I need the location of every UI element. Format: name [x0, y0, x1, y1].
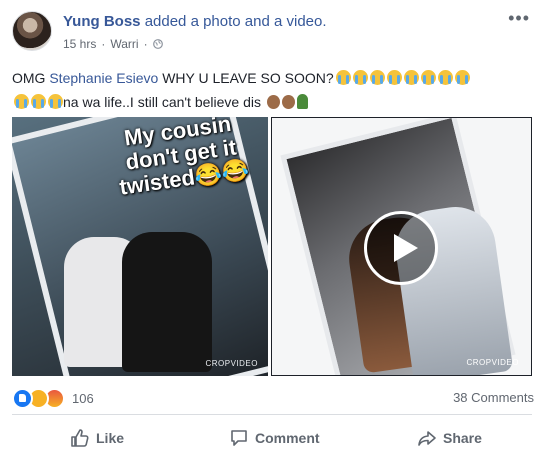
mention-link[interactable]: Stephanie Esievo — [49, 70, 158, 86]
post-action-text: added a photo and a video. — [144, 13, 327, 30]
more-options-icon[interactable]: ••• — [508, 8, 530, 29]
play-icon — [394, 234, 418, 262]
post-text-start: OMG — [12, 70, 50, 86]
crying-emoji-icon — [437, 70, 453, 85]
share-button[interactable]: Share — [417, 425, 482, 451]
crying-emoji-icon — [454, 70, 470, 85]
face-emoji-icon — [266, 95, 280, 109]
post-header: Yung Boss added a photo and a video. — [63, 13, 327, 30]
crying-emoji-icon — [335, 70, 351, 85]
photo-person-right — [122, 232, 212, 372]
post-text-end: na wa life..I still can't believe dis — [63, 94, 261, 110]
post-text-mid: WHY U LEAVE SO SOON? — [158, 70, 334, 86]
reaction-count: 106 — [72, 391, 94, 406]
crying-emoji-icon — [403, 70, 419, 85]
post-photo[interactable]: My cousin don't get it twisted😂😂 CROPVID… — [12, 117, 268, 376]
comments-count-link[interactable]: 38 Comments — [453, 390, 534, 405]
author-name[interactable]: Yung Boss — [63, 13, 141, 30]
globe-icon — [152, 39, 163, 49]
crying-emoji-icon — [31, 94, 46, 109]
comment-icon — [231, 430, 247, 446]
cry-emoji-group-1 — [334, 70, 470, 86]
divider-top — [12, 414, 532, 415]
share-label: Share — [443, 430, 482, 446]
crying-emoji-icon — [369, 70, 385, 85]
meta-separator-2: · — [143, 37, 148, 51]
post-timestamp[interactable]: 15 hrs — [63, 37, 96, 51]
crying-emoji-icon — [420, 70, 436, 85]
comment-button[interactable]: Comment — [229, 425, 320, 451]
meta-separator: · — [101, 37, 106, 51]
reactions-summary[interactable]: 106 — [12, 388, 94, 409]
play-button[interactable] — [364, 211, 438, 285]
video-watermark: CROPVIDEO — [466, 358, 519, 367]
crying-emoji-icon — [48, 94, 63, 109]
crying-emoji-icon — [14, 94, 29, 109]
person-emoji-icon — [296, 94, 308, 109]
comment-label: Comment — [255, 430, 320, 446]
crying-emoji-icon — [386, 70, 402, 85]
face-emoji-icon-2 — [281, 95, 295, 109]
post-video[interactable]: CROPVIDEO — [271, 117, 532, 376]
share-icon — [418, 431, 436, 446]
like-reaction-icon — [12, 388, 33, 409]
like-button[interactable]: Like — [70, 425, 124, 451]
post-text: OMG Stephanie Esievo WHY U LEAVE SO SOON… — [12, 66, 532, 114]
like-label: Like — [96, 430, 125, 446]
cry-emoji-group-2 — [12, 94, 63, 110]
post-meta: 15 hrs · Warri · — [63, 37, 163, 51]
post-location[interactable]: Warri — [110, 37, 138, 51]
author-avatar[interactable] — [12, 11, 52, 51]
crying-emoji-icon — [352, 70, 368, 85]
thumbs-up-icon — [71, 429, 89, 447]
feed-post: Yung Boss added a photo and a video. 15 … — [0, 0, 544, 460]
photo-watermark: CROPVIDEO — [205, 359, 258, 368]
